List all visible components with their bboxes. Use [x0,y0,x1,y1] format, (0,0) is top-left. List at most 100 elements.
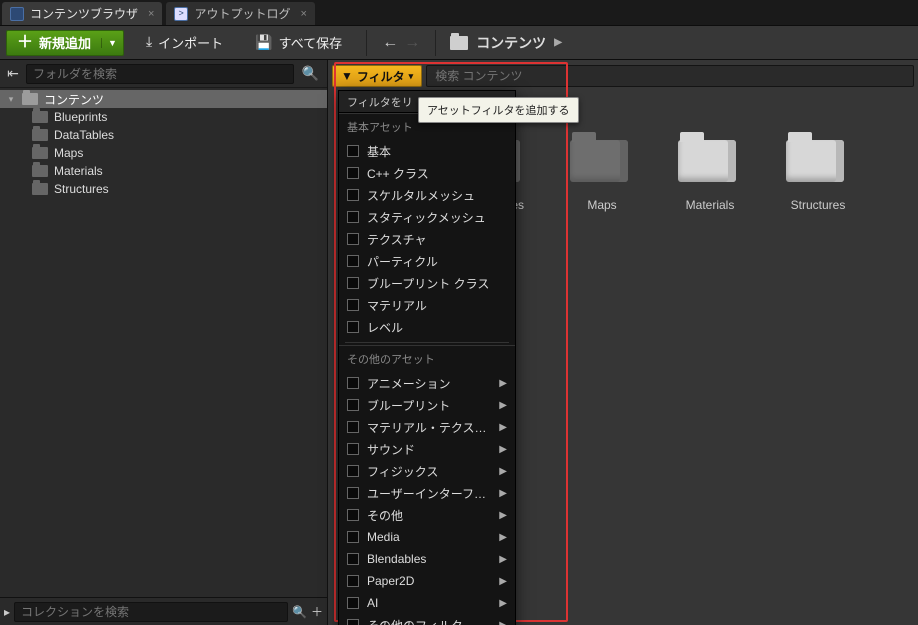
filter-item-paper2d[interactable]: Paper2D▶ [339,570,515,592]
submenu-arrow-icon: ▶ [499,554,507,565]
checkbox-icon[interactable] [347,233,359,245]
breadcrumb[interactable]: コンテンツ ▶ [450,33,562,53]
collection-search-input[interactable] [14,602,288,622]
checkbox-icon[interactable] [347,465,359,477]
tree-label: DataTables [54,128,114,142]
sources-toggle-icon[interactable]: ⇤ [4,65,22,83]
submenu-arrow-icon: ▶ [499,620,507,625]
checkbox-icon[interactable] [347,509,359,521]
checkbox-icon[interactable] [347,255,359,267]
filter-item-blueprint[interactable]: ブループリント▶ [339,394,515,416]
asset-label: Structures [770,198,866,212]
nav-back-button[interactable]: ← [381,34,399,52]
add-collection-button[interactable]: ＋ [311,603,323,620]
filter-dropdown-panel[interactable]: フィルタをリ 基本アセット 基本 C++ クラス スケルタルメッシュ スタティッ… [338,90,516,625]
import-button[interactable]: ⤓ インポート [136,30,233,56]
filter-section-other: その他のアセット [339,345,515,370]
save-all-label: すべて保存 [279,33,343,52]
filter-search-label: フィルタをリ [347,94,413,110]
filter-item-cpp-class[interactable]: C++ クラス [339,162,515,184]
checkbox-icon[interactable] [347,597,359,609]
asset-folder-materials[interactable]: Materials [662,130,758,212]
tree-item-datatables[interactable]: DataTables [0,126,327,144]
filter-item-ui[interactable]: ユーザーインターフェイス▶ [339,482,515,504]
filter-item-physics[interactable]: フィジックス▶ [339,460,515,482]
checkbox-icon[interactable] [347,619,359,625]
asset-search-input[interactable] [426,65,914,87]
tree-item-blueprints[interactable]: Blueprints [0,108,327,126]
checkbox-icon[interactable] [347,487,359,499]
filter-item-material-texture[interactable]: マテリアル・テクスチャ▶ [339,416,515,438]
checkbox-icon[interactable] [347,531,359,543]
toolbar-divider [435,30,436,56]
collection-search-bar: ▸ 🔍 ＋ [0,597,327,625]
filter-item-animation[interactable]: アニメーション▶ [339,372,515,394]
filter-item-skeletal-mesh[interactable]: スケルタルメッシュ [339,184,515,206]
toolbar: ＋ 新規追加 ▼ ⤓ インポート 💾 すべて保存 ← → コンテンツ ▶ [0,26,918,60]
tree-item-materials[interactable]: Materials [0,162,327,180]
filter-item-level[interactable]: レベル [339,316,515,338]
search-icon[interactable]: 🔍 [292,605,307,619]
filter-item-misc[interactable]: その他▶ [339,504,515,526]
checkbox-icon[interactable] [347,553,359,565]
tab-content-browser[interactable]: コンテンツブラウザ × [2,2,162,25]
tree-root-content[interactable]: ▾ コンテンツ [0,90,327,108]
asset-label: Materials [662,198,758,212]
tree-label: Materials [54,164,103,178]
filters-button[interactable]: ▼ フィルタ ▾ [332,65,422,87]
chevron-right-icon[interactable]: ▶ [554,37,562,48]
checkbox-icon[interactable] [347,189,359,201]
asset-folder-structures[interactable]: Structures [770,130,866,212]
checkbox-icon[interactable] [347,377,359,389]
filter-item-other-filters[interactable]: その他のフィルタ▶ [339,614,515,625]
filter-item-material[interactable]: マテリアル [339,294,515,316]
checkbox-icon[interactable] [347,575,359,587]
filter-basic-list: 基本 C++ クラス スケルタルメッシュ スタティックメッシュ テクスチャ パー… [339,138,515,340]
checkbox-icon[interactable] [347,321,359,333]
tree-label: コンテンツ [44,91,104,108]
add-new-button[interactable]: ＋ 新規追加 ▼ [6,30,124,56]
filter-item-sound[interactable]: サウンド▶ [339,438,515,460]
add-new-label: 新規追加 [39,33,91,52]
checkbox-icon[interactable] [347,145,359,157]
filter-item-texture[interactable]: テクスチャ [339,228,515,250]
filter-item-media[interactable]: Media▶ [339,526,515,548]
submenu-arrow-icon: ▶ [499,510,507,521]
asset-folder-maps[interactable]: Maps [554,130,650,212]
tree-item-structures[interactable]: Structures [0,180,327,198]
checkbox-icon[interactable] [347,443,359,455]
filter-item-particle[interactable]: パーティクル [339,250,515,272]
tree-item-maps[interactable]: Maps [0,144,327,162]
filter-item-static-mesh[interactable]: スタティックメッシュ [339,206,515,228]
asset-search-bar: ▼ フィルタ ▾ [332,64,914,88]
submenu-arrow-icon: ▶ [499,400,507,411]
close-icon[interactable]: × [300,8,306,20]
import-icon: ⤓ [146,33,152,50]
save-icon: 💾 [255,34,272,51]
asset-label: Maps [554,198,650,212]
folder-search-input[interactable] [26,64,294,84]
checkbox-icon[interactable] [347,399,359,411]
close-icon[interactable]: × [148,8,154,20]
checkbox-icon[interactable] [347,277,359,289]
filter-item-blueprint-class[interactable]: ブループリント クラス [339,272,515,294]
checkbox-icon[interactable] [347,421,359,433]
submenu-arrow-icon: ▶ [499,488,507,499]
caret-down-icon[interactable]: ▾ [6,94,16,105]
search-icon[interactable]: 🔍 [302,65,319,82]
nav-forward-button[interactable]: → [403,34,421,52]
checkbox-icon[interactable] [347,299,359,311]
filter-item-blendables[interactable]: Blendables▶ [339,548,515,570]
filter-item-ai[interactable]: AI▶ [339,592,515,614]
content-browser-icon [10,7,24,21]
folder-icon [32,129,48,141]
save-all-button[interactable]: 💾 すべて保存 [245,30,352,56]
checkbox-icon[interactable] [347,167,359,179]
tab-output-log[interactable]: アウトプットログ × [166,2,314,25]
checkbox-icon[interactable] [347,211,359,223]
collection-toggle-icon[interactable]: ▸ [4,605,10,619]
chevron-down-icon[interactable]: ▼ [101,38,117,48]
tree-label: Maps [54,146,83,160]
submenu-arrow-icon: ▶ [499,598,507,609]
filter-item-basic[interactable]: 基本 [339,140,515,162]
